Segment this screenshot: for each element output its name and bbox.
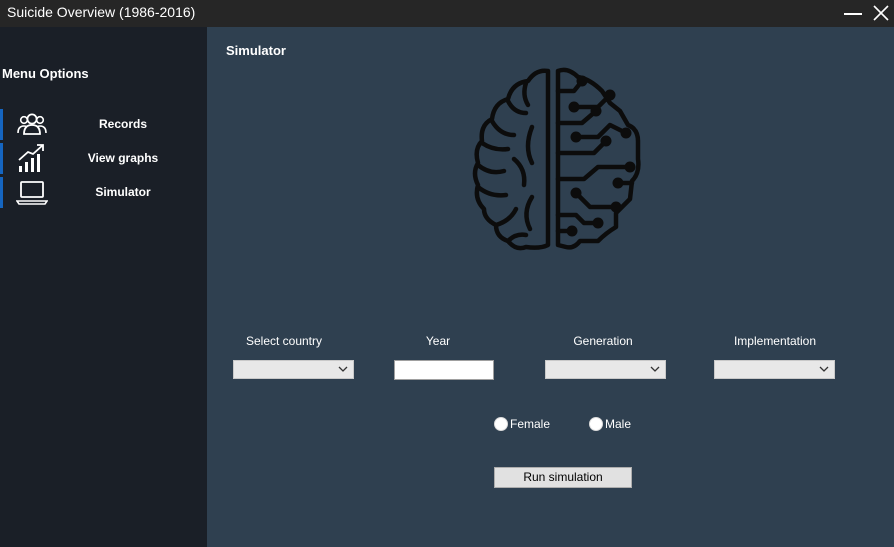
radio-circle (589, 417, 603, 431)
menu-heading: Menu Options (2, 66, 89, 81)
sidebar-item-label: View graphs (87, 151, 159, 165)
nav-accent-bar (0, 177, 3, 208)
sidebar-item-simulator[interactable]: Simulator (0, 177, 207, 208)
window-title: Suicide Overview (1986-2016) (7, 4, 196, 20)
users-icon (16, 109, 48, 140)
close-button[interactable] (869, 0, 893, 27)
implementation-label: Implementation (733, 334, 817, 348)
nav-accent-bar (0, 143, 3, 174)
sidebar-item-records[interactable]: Records (0, 109, 207, 140)
growth-chart-icon (16, 143, 48, 174)
implementation-select[interactable] (714, 360, 835, 379)
page-title: Simulator (226, 43, 286, 58)
country-select[interactable] (233, 360, 354, 379)
title-bar: Suicide Overview (1986-2016) (0, 0, 894, 27)
brain-circuit-icon (472, 67, 641, 251)
laptop-icon (15, 177, 49, 208)
close-icon (873, 5, 889, 21)
sidebar-item-view-graphs[interactable]: View graphs (0, 143, 207, 174)
female-radio-label: Female (510, 417, 551, 431)
male-radio-label: Male (605, 417, 632, 431)
chevron-down-icon (650, 366, 660, 372)
run-simulation-button[interactable]: Run simulation (494, 467, 632, 488)
nav-accent-bar (0, 109, 3, 140)
sidebar-item-label: Records (98, 117, 148, 131)
minimize-button[interactable] (841, 0, 865, 27)
generation-select[interactable] (545, 360, 666, 379)
sidebar: Menu Options Records View graphs Simulat… (0, 27, 207, 547)
year-input[interactable] (394, 360, 494, 380)
chevron-down-icon (338, 366, 348, 372)
year-label: Year (425, 334, 451, 348)
chevron-down-icon (819, 366, 829, 372)
sidebar-item-label: Simulator (95, 185, 151, 199)
radio-circle (494, 417, 508, 431)
country-label: Select country (245, 334, 323, 348)
generation-label: Generation (573, 334, 633, 348)
